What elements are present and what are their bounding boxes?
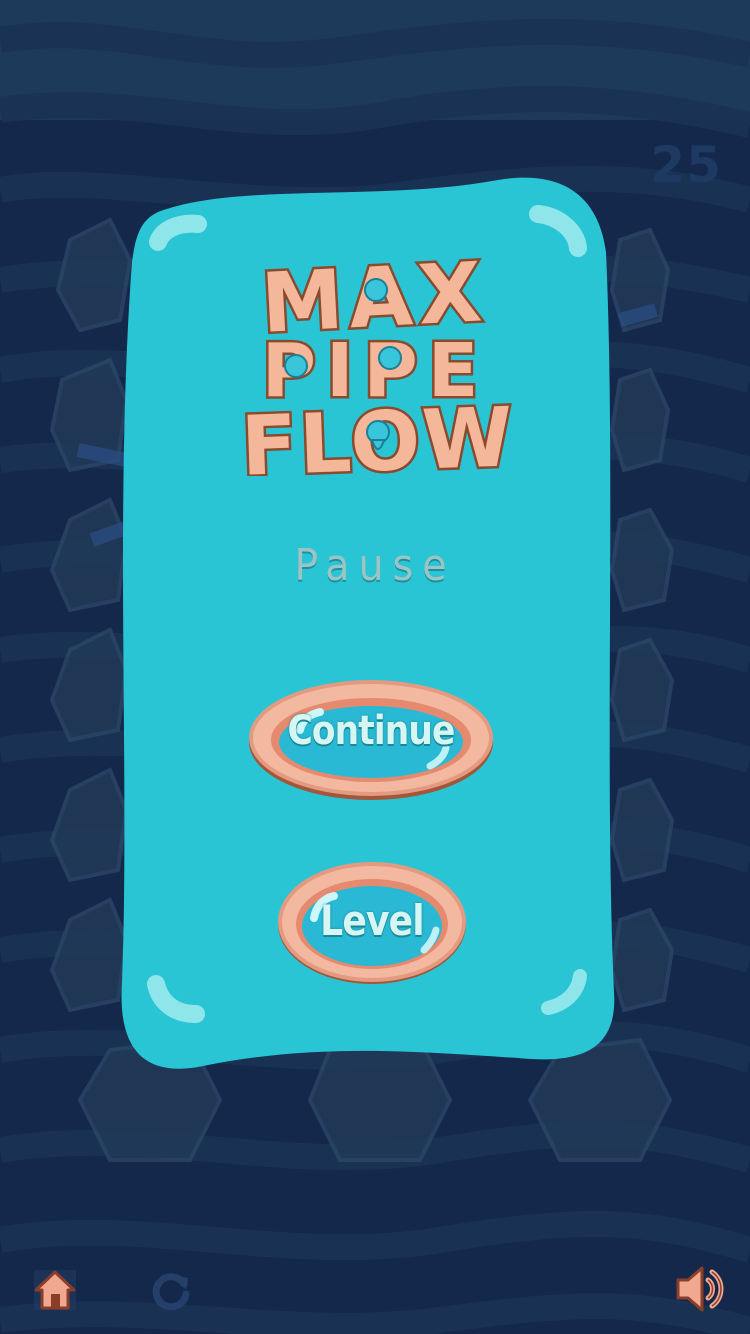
restart-icon[interactable] <box>146 1264 196 1314</box>
continue-button-label: Continue <box>287 708 455 754</box>
level-number: 25 <box>650 136 722 194</box>
level-button-label: Level <box>320 896 425 945</box>
game-logo: MAX PIPE FLOW <box>237 248 519 476</box>
level-button[interactable]: Level <box>276 852 468 986</box>
pause-title: Pause <box>294 540 456 591</box>
home-icon[interactable] <box>30 1264 80 1314</box>
continue-button[interactable]: Continue <box>246 670 496 804</box>
sound-on-icon[interactable] <box>672 1262 728 1316</box>
